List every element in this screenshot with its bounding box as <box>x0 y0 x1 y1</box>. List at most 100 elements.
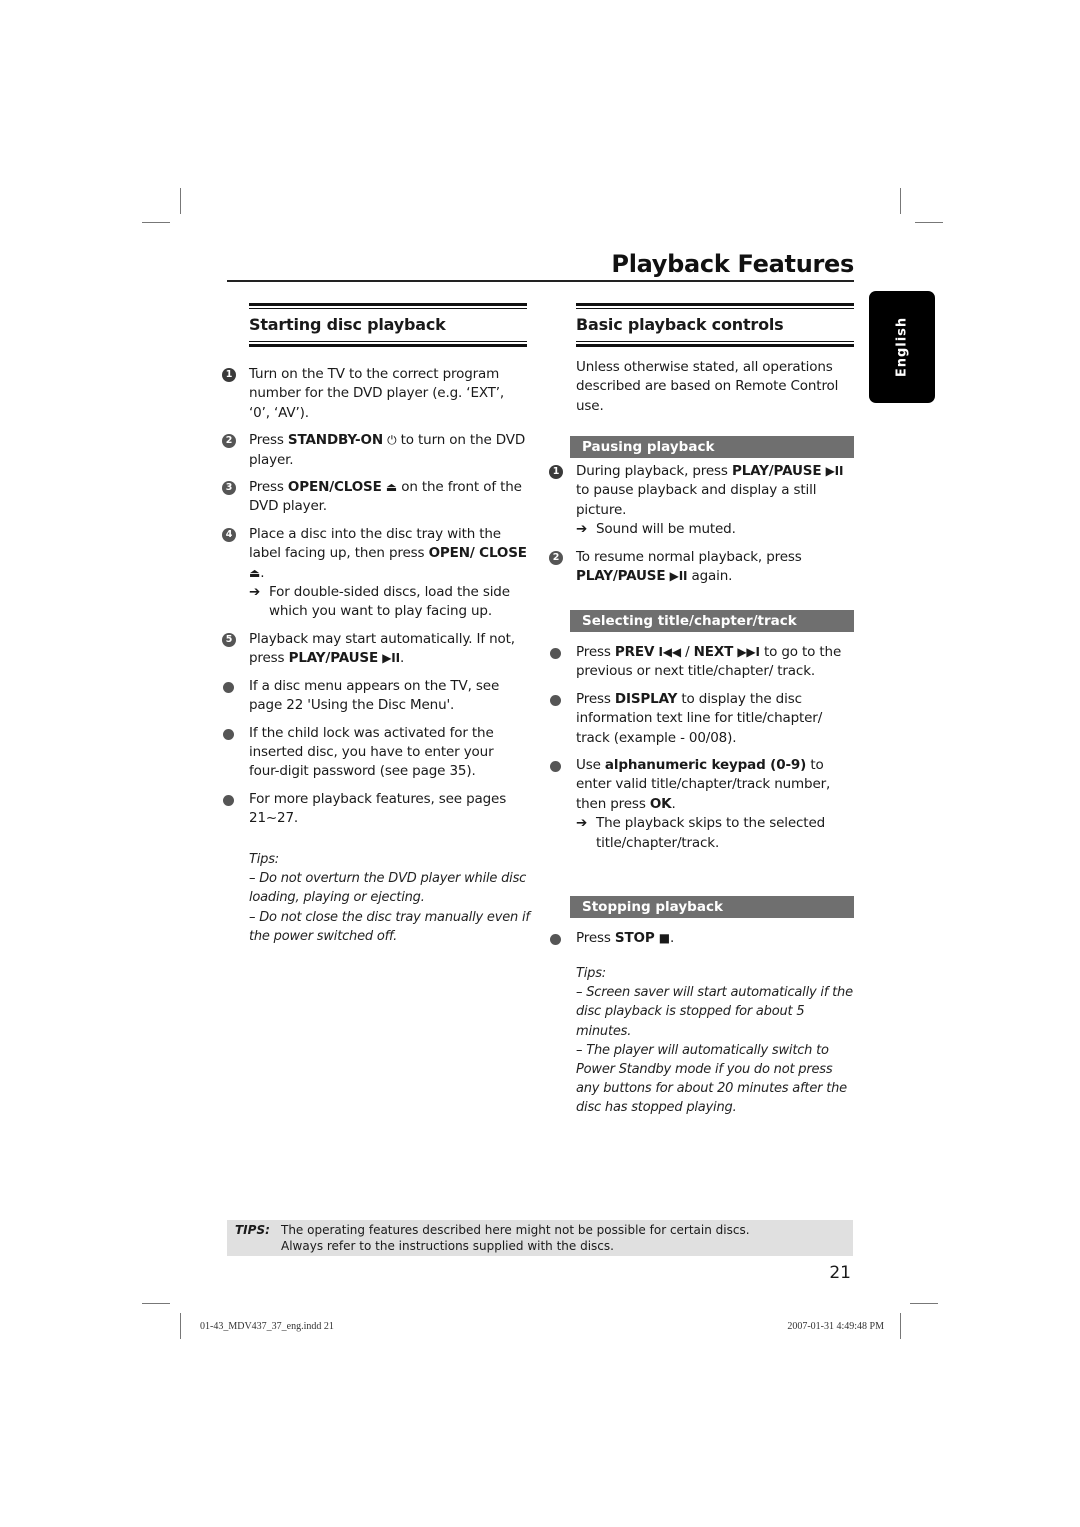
intro-text: Unless otherwise stated, all operations … <box>576 358 854 416</box>
tip-item: – The player will automatically switch t… <box>576 1042 847 1116</box>
tip-item: – Do not overturn the DVD player while d… <box>249 871 527 906</box>
bullet-icon <box>223 728 234 740</box>
arrow-icon: ➔ <box>249 584 261 601</box>
stopping-bullets: Press STOP ■. <box>549 929 854 956</box>
step-2: 2 To resume normal playback, press PLAY/… <box>549 548 854 587</box>
step-text: to pause playback and display a still pi… <box>576 482 817 518</box>
step-text: During playback, press <box>576 463 732 479</box>
crop-mark <box>180 188 181 214</box>
heading-rule <box>249 341 527 342</box>
step-text: To resume normal playback, press <box>576 548 802 565</box>
button-name: STANDBY-ON <box>287 432 383 449</box>
crop-mark <box>142 1303 170 1304</box>
crop-mark <box>900 1313 901 1339</box>
tips-bar-line: The operating features described here mi… <box>281 1223 750 1237</box>
stop-icon: ■ <box>658 931 670 945</box>
crop-mark <box>180 1313 181 1339</box>
step-text: . <box>399 650 405 667</box>
play-pause-icon: ▶II <box>382 651 400 666</box>
subheading-selecting: Selecting title/chapter/track <box>570 610 854 632</box>
step-number-icon: 1 <box>549 465 563 479</box>
button-name: PREV <box>614 644 655 660</box>
arrow-icon: ➔ <box>576 815 588 832</box>
button-name: NEXT <box>693 644 734 660</box>
language-tab: English <box>869 291 935 403</box>
intro-paragraph: Unless otherwise stated, all operations … <box>576 359 839 414</box>
left-tips: Tips: – Do not overturn the DVD player w… <box>249 850 534 946</box>
subheading-pausing: Pausing playback <box>570 436 854 458</box>
step-1: 1 During playback, press PLAY/PAUSE ▶II … <box>549 462 854 540</box>
section-heading-basic: Basic playback controls <box>576 303 854 347</box>
bullet-icon <box>550 934 561 945</box>
tips-bar-line: Always refer to the instructions supplie… <box>281 1239 614 1253</box>
selecting-bullets: Press PREV I◀◀ / NEXT ▶▶I to go to the p… <box>549 643 854 861</box>
step-number-icon: 1 <box>222 368 236 382</box>
button-name: PLAY/PAUSE <box>288 650 379 667</box>
step-text: Press <box>249 432 288 449</box>
step-3: 3 Press OPEN/CLOSE ⏏ on the front of the… <box>222 478 527 517</box>
bullet-icon <box>223 794 234 806</box>
step-1: 1 Turn on the TV to the correct program … <box>222 365 527 423</box>
button-name: alphanumeric keypad (0-9) <box>604 757 807 774</box>
note-text: The playback skips to the selected title… <box>596 815 826 851</box>
crop-mark <box>915 222 943 223</box>
heading-rule <box>576 303 854 306</box>
previous-icon: I◀◀ <box>658 645 681 659</box>
play-pause-icon: ▶II <box>825 464 844 478</box>
bullet-icon <box>550 648 561 659</box>
title-rule <box>227 280 854 282</box>
section-heading-text: Basic playback controls <box>576 315 784 334</box>
step-number-icon: 5 <box>222 632 236 647</box>
tips-label: Tips: <box>576 966 606 981</box>
step-number-icon: 2 <box>549 550 563 565</box>
tips-bar-label: TIPS: <box>235 1223 270 1237</box>
subheading-stopping: Stopping playback <box>570 896 854 918</box>
tips-label: Tips: <box>249 852 279 867</box>
bullet-icon <box>550 694 561 706</box>
crop-mark <box>910 1303 938 1304</box>
footer-filename: 01-43_MDV437_37_eng.indd 21 <box>200 1321 334 1332</box>
button-name: STOP <box>614 930 655 946</box>
bullet-item: Press PREV I◀◀ / NEXT ▶▶I to go to the p… <box>549 643 854 682</box>
separator-text: / <box>680 644 694 660</box>
button-name: PLAY/PAUSE <box>576 568 666 585</box>
step-text: Press <box>249 479 288 496</box>
bullet-text: Press <box>576 690 615 707</box>
play-pause-icon: ▶II <box>669 569 688 584</box>
step-text: Turn on the TV to the correct program nu… <box>249 366 505 421</box>
tips-bar: TIPS: The operating features described h… <box>227 1220 853 1256</box>
result-note: ➔ The playback skips to the selected tit… <box>576 814 854 853</box>
button-name: PLAY/PAUSE <box>731 463 822 479</box>
bullet-icon <box>550 761 561 773</box>
right-tips: Tips: – Screen saver will start automati… <box>576 964 858 1118</box>
heading-rule <box>249 303 527 306</box>
pausing-steps: 1 During playback, press PLAY/PAUSE ▶II … <box>549 462 854 594</box>
step-number-icon: 3 <box>222 481 236 496</box>
arrow-icon: ➔ <box>576 521 588 538</box>
heading-rule <box>249 344 527 347</box>
step-5: 5 Playback may start automatically. If n… <box>222 630 527 669</box>
bullet-item: Press STOP ■. <box>549 929 854 948</box>
page-number: 21 <box>829 1263 851 1283</box>
left-column: 1 Turn on the TV to the correct program … <box>222 365 527 837</box>
bullet-item: Use alphanumeric keypad (0-9) to enter v… <box>549 756 854 853</box>
result-note: ➔ Sound will be muted. <box>576 520 854 539</box>
tip-item: – Screen saver will start automatically … <box>576 985 853 1039</box>
bullet-text: Press <box>576 930 615 946</box>
heading-rule <box>576 341 854 342</box>
eject-icon: ⏏ <box>249 565 261 580</box>
step-text: again. <box>687 568 733 585</box>
result-note: ➔ For double-sided discs, load the side … <box>249 583 527 622</box>
section-heading-text: Starting disc playback <box>249 315 446 334</box>
bullet-text: If a disc menu appears on the TV, see pa… <box>249 677 500 714</box>
page-title: Playback Features <box>611 250 854 278</box>
crop-mark <box>142 222 170 223</box>
tips-bar-text: The operating features described here mi… <box>281 1222 750 1254</box>
button-name: DISPLAY <box>614 690 678 707</box>
bullet-text: For more playback features, see pages 21… <box>249 790 507 827</box>
bullet-text: . <box>671 795 676 812</box>
section-heading-starting: Starting disc playback <box>249 303 527 347</box>
bullet-item: If a disc menu appears on the TV, see pa… <box>222 677 527 716</box>
bullet-item: For more playback features, see pages 21… <box>222 790 527 829</box>
language-tab-label: English <box>894 316 910 378</box>
